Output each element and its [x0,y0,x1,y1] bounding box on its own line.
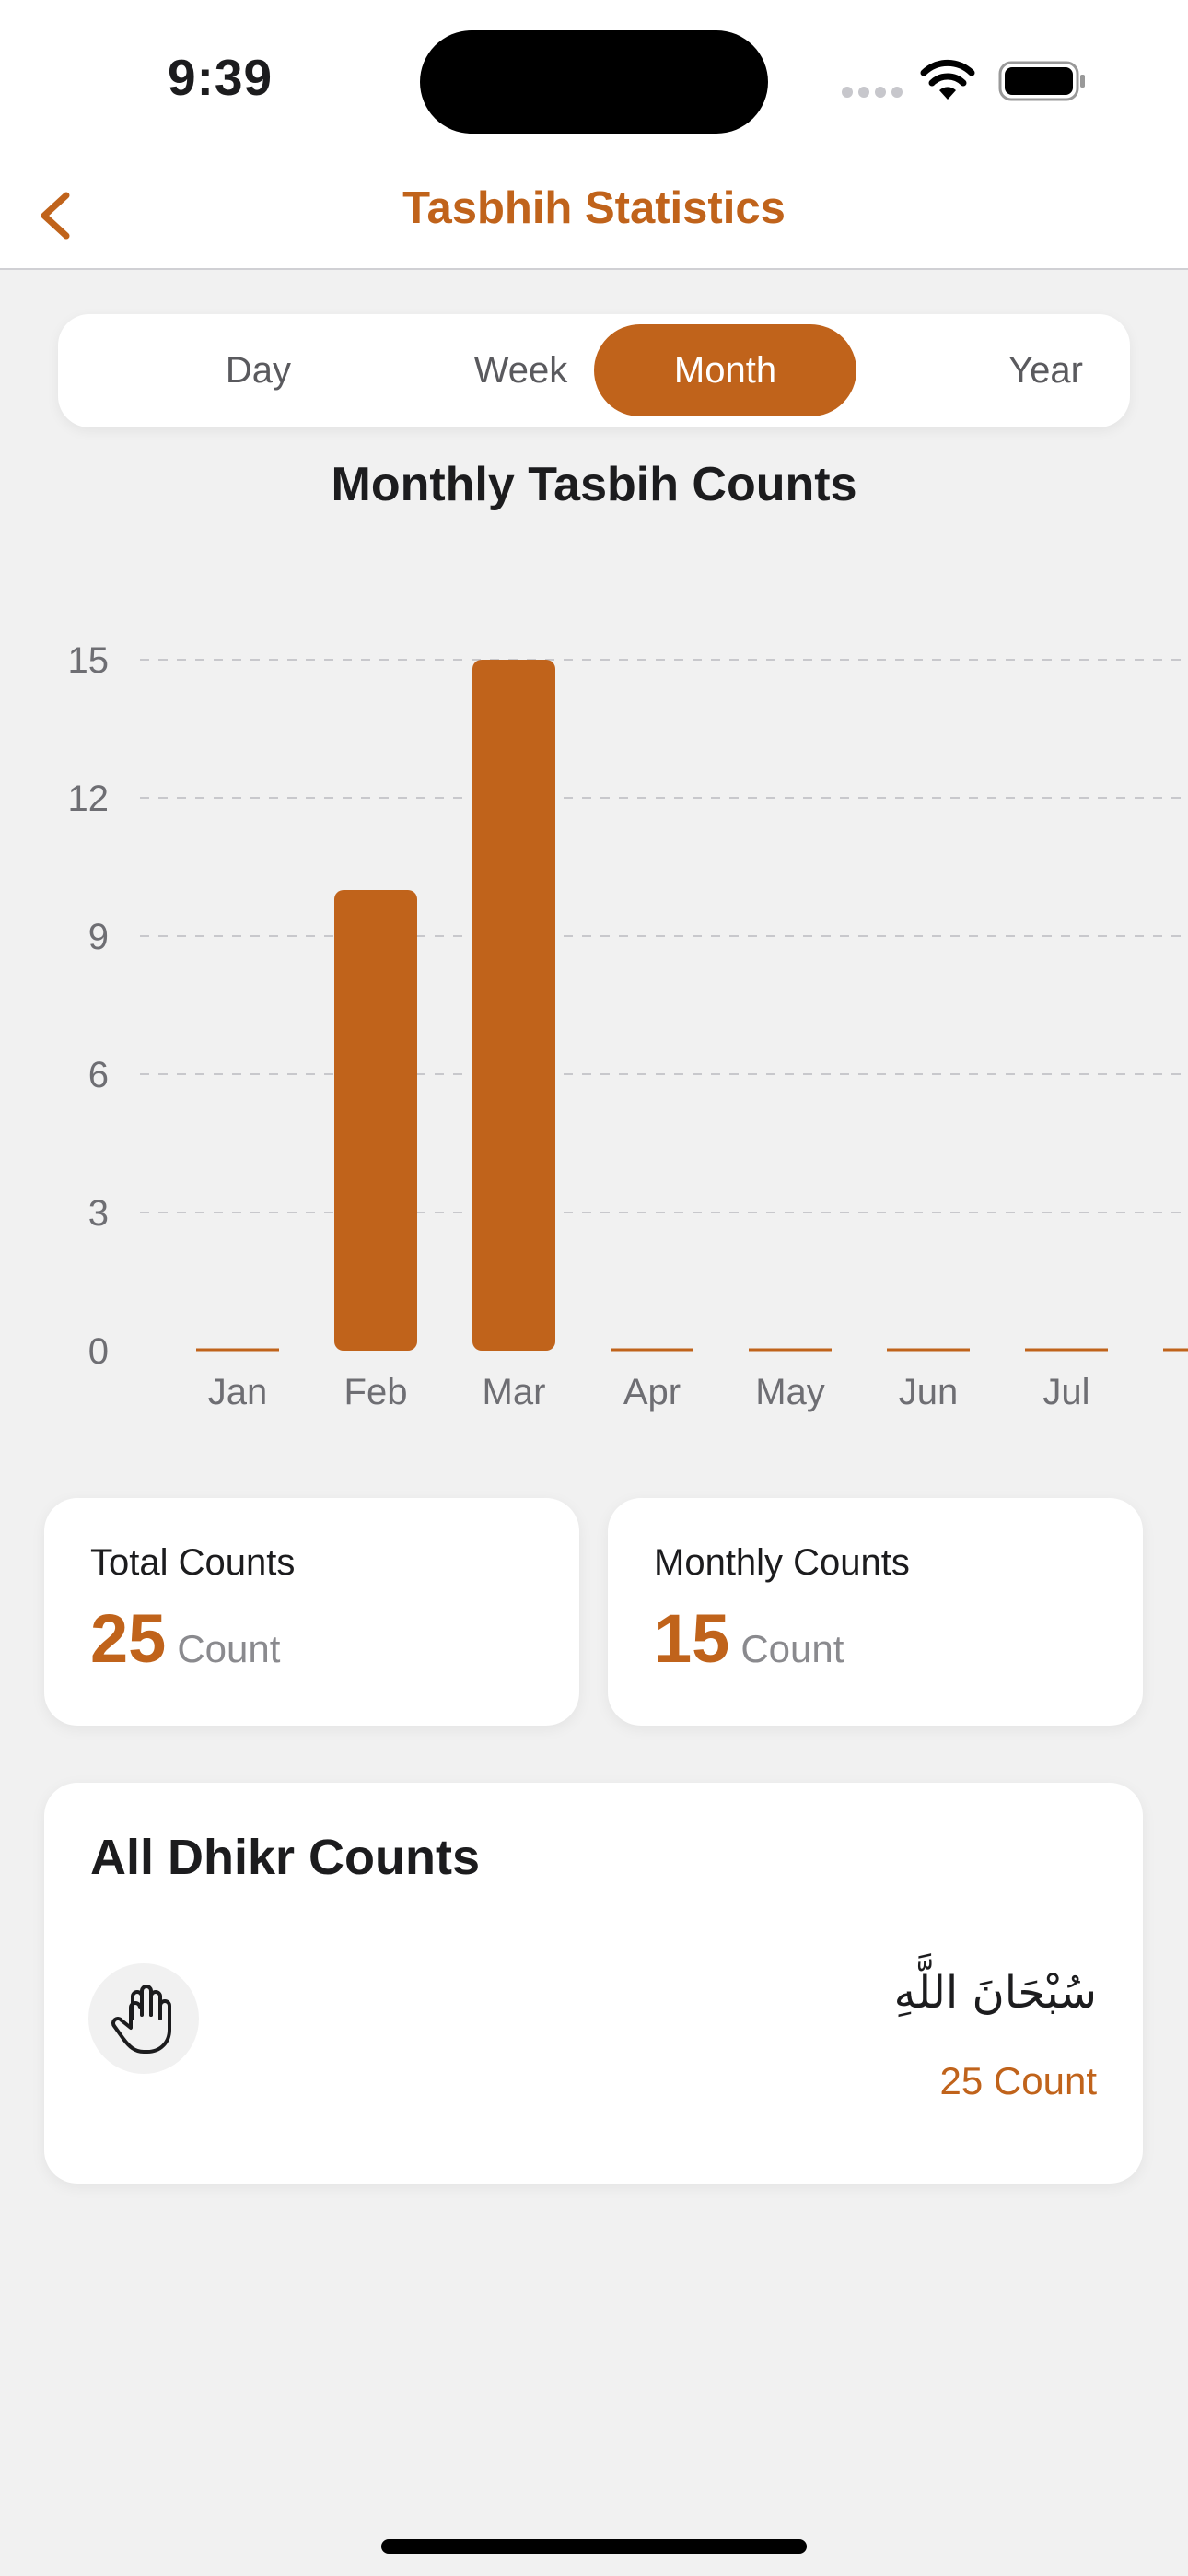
x-tick-label: Mar [483,1372,546,1412]
bar-mar[interactable] [472,660,555,1351]
status-time: 9:39 [168,49,274,106]
x-tick-label: Apr [623,1372,681,1412]
total-counts-label: Total Counts [90,1542,296,1583]
tab-year[interactable]: Year [914,324,1177,416]
y-tick-label: 9 [88,917,109,957]
y-tick-label: 0 [88,1331,109,1372]
dhikr-icon-container [88,1963,199,2074]
y-tick-label: 15 [68,640,110,681]
dhikr-counts-card: All Dhikr Counts سُبْحَانَ اللَّهِ 25 Co… [44,1783,1143,2184]
chart-title: Monthly Tasbih Counts [331,458,857,511]
tab-month[interactable]: Month [594,324,856,416]
page-title: Tasbhih Statistics [402,183,786,233]
tab-day[interactable]: Day [127,324,390,416]
battery-icon [998,61,1085,101]
dynamic-island [420,30,768,134]
x-tick-label: Jul [1042,1372,1089,1412]
cellular-signal-icon [842,86,908,102]
dhikr-count: 25 Count [939,2059,1097,2102]
total-counts-card: Total Counts 25 Count [44,1498,579,1726]
dhikr-section-title: All Dhikr Counts [90,1830,481,1885]
navigation-bar: Tasbhih Statistics [0,157,1188,270]
monthly-counts-card: Monthly Counts 15 Count [608,1498,1143,1726]
monthly-counts-number: 15 [654,1600,730,1677]
monthly-counts-value: 15 Count [654,1599,844,1678]
total-counts-value: 25 Count [90,1599,280,1678]
total-counts-number: 25 [90,1600,167,1677]
dhikr-arabic-text: سُبْحَانَ اللَّهِ [893,1967,1097,2019]
home-indicator [381,2539,807,2554]
hand-icon [111,1985,171,2054]
y-tick-label: 6 [88,1055,109,1095]
period-segmented-control: Day Week Month Year [58,314,1130,427]
x-tick-label: Feb [344,1372,408,1412]
bar-feb[interactable] [334,890,417,1351]
monthly-counts-unit: Count [740,1627,844,1670]
x-tick-label: Jun [899,1372,959,1412]
y-tick-label: 12 [68,779,110,819]
wifi-icon [920,59,975,100]
x-tick-label: May [755,1372,825,1412]
x-tick-label: Jan [208,1372,268,1412]
monthly-counts-label: Monthly Counts [654,1542,910,1583]
status-bar: 9:39 [0,0,1188,157]
total-counts-unit: Count [177,1627,281,1670]
y-tick-label: 3 [88,1193,109,1234]
monthly-bar-chart: 03691215JanFebMarAprMayJunJulA [68,640,1188,1412]
